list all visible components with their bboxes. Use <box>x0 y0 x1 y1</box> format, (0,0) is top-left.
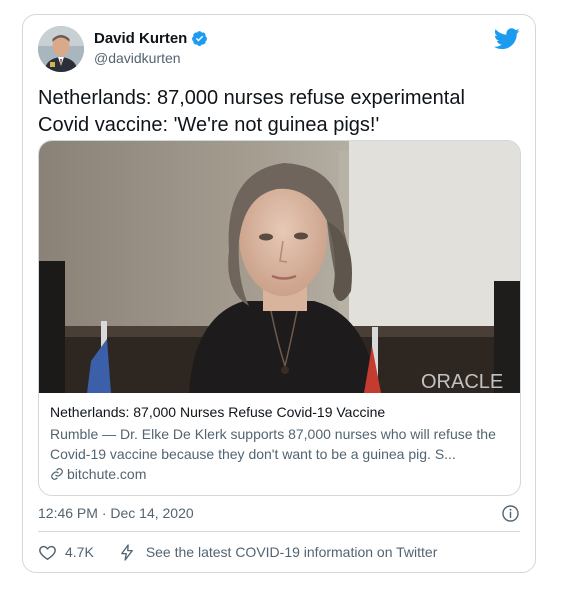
card-body[interactable]: Netherlands: 87,000 Nurses Refuse Covid-… <box>50 403 509 482</box>
verified-badge-icon <box>191 30 208 47</box>
twitter-bird-icon[interactable] <box>493 28 520 50</box>
heart-icon <box>38 543 57 562</box>
card-title[interactable]: Netherlands: 87,000 Nurses Refuse Covid-… <box>50 403 509 422</box>
tweet-card[interactable]: David Kurten @davidkurten Netherlands: 8… <box>22 14 536 573</box>
card-domain[interactable]: bitchute.com <box>50 466 509 482</box>
link-icon <box>50 467 64 481</box>
lightning-bolt-icon <box>118 543 136 562</box>
author-names: David Kurten @davidkurten <box>94 30 208 66</box>
display-name[interactable]: David Kurten <box>94 30 187 47</box>
tweet-actions: 4.7K See the latest COVID-19 information… <box>38 541 520 563</box>
covid-info-label: See the latest COVID-19 information on T… <box>145 544 438 560</box>
tweet-text: Netherlands: 87,000 nurses refuse experi… <box>38 87 465 136</box>
info-icon[interactable] <box>501 504 520 523</box>
like-button[interactable]: 4.7K <box>38 543 94 562</box>
like-count: 4.7K <box>65 544 94 560</box>
tweet-meta: 12:46 PM · Dec 14, 2020 <box>38 502 520 524</box>
link-preview-card[interactable]: ORACLE Netherlands: 87,000 Nurses Refuse… <box>38 140 521 496</box>
covid-info-link[interactable]: See the latest COVID-19 information on T… <box>118 543 438 562</box>
card-description: Rumble — Dr. Elke De Klerk supports 87,0… <box>50 426 496 462</box>
card-image-watermark: ORACLE <box>421 371 503 393</box>
author-handle[interactable]: @davidkurten <box>94 50 208 66</box>
display-name-row: David Kurten <box>94 30 208 47</box>
avatar[interactable] <box>38 26 84 72</box>
card-image[interactable]: ORACLE <box>39 141 520 393</box>
card-domain-text: bitchute.com <box>67 466 147 482</box>
tweet-timestamp[interactable]: 12:46 PM · Dec 14, 2020 <box>38 505 194 521</box>
divider <box>38 531 520 532</box>
tweet-header: David Kurten @davidkurten <box>38 26 520 76</box>
